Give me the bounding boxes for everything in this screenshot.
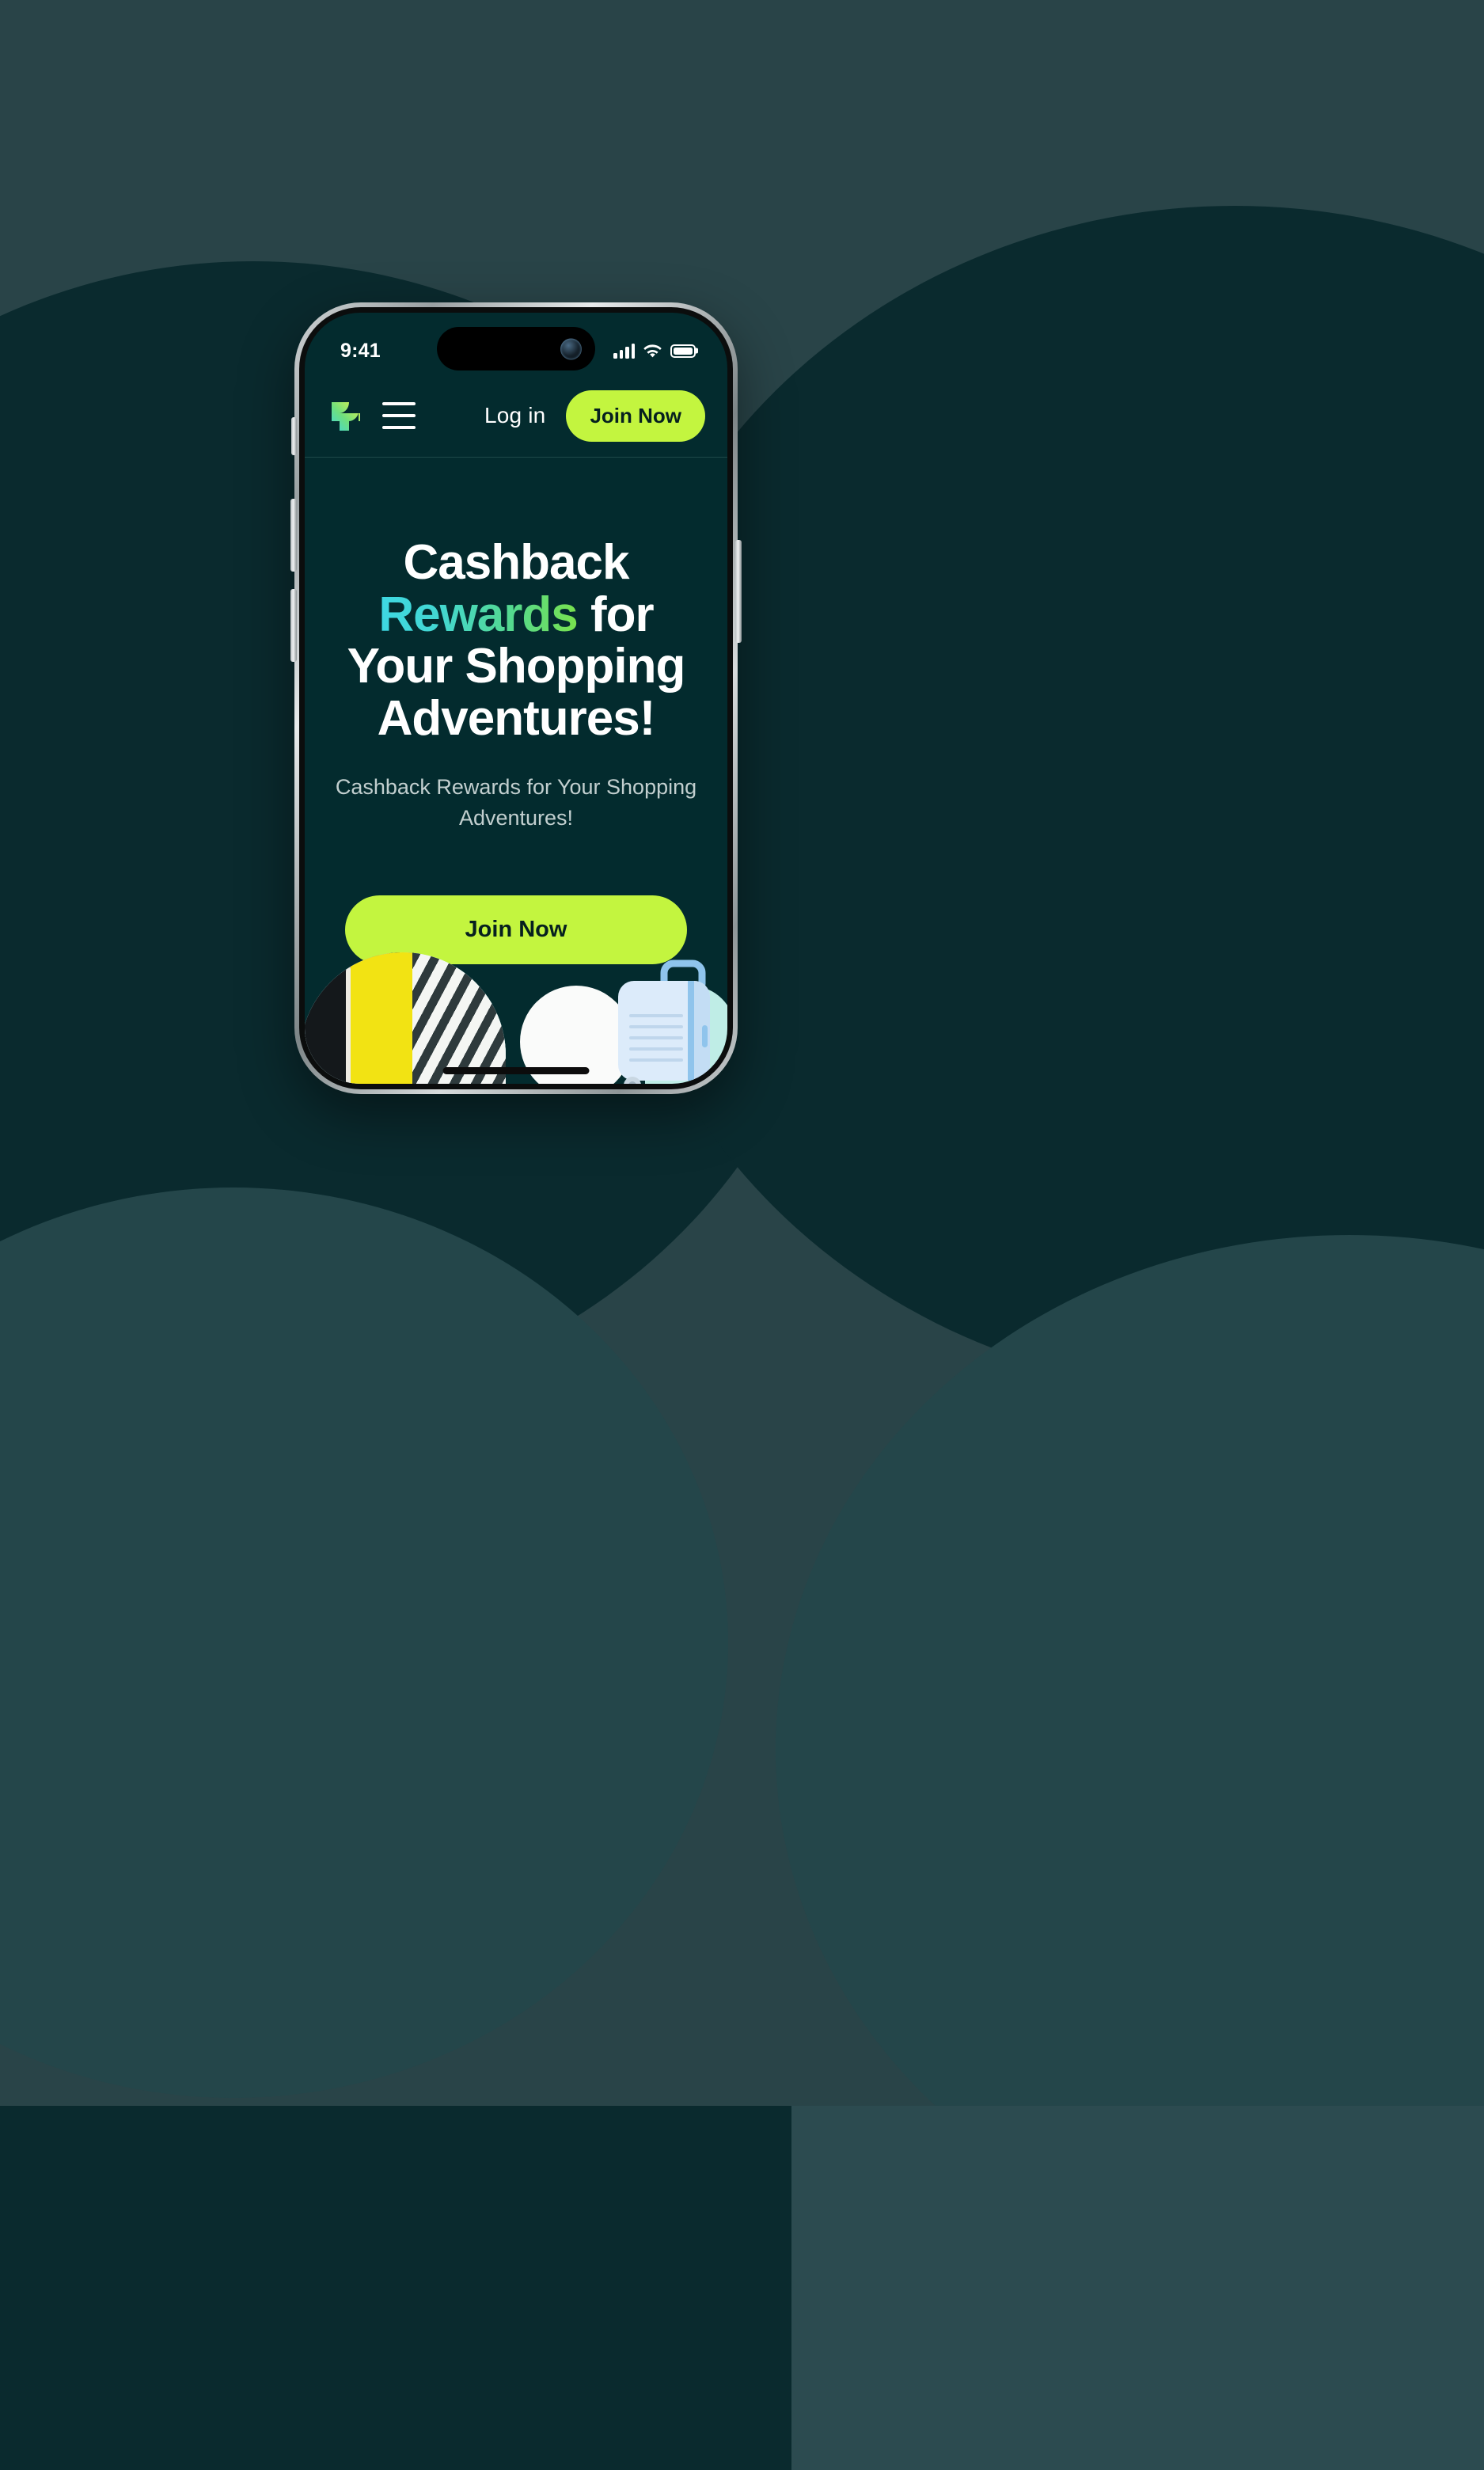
- backdrop-band-teal: [791, 2106, 1484, 2470]
- headline-line-4: Adventures!: [377, 691, 656, 747]
- hero-section: Cashback Rewards for Your Shopping Adven…: [305, 458, 727, 1084]
- hamburger-menu-icon[interactable]: [382, 402, 416, 429]
- nav-join-now-button[interactable]: Join Now: [566, 390, 705, 442]
- app-navigation-bar: Log in Join Now: [305, 374, 727, 458]
- cellular-signal-icon: [613, 343, 635, 359]
- page-backdrop: 9:41 Log in Join Now Cashback Rewards fo…: [0, 0, 1484, 2470]
- two-women-in-sunglasses-photo: [305, 952, 506, 1084]
- volume-down-button[interactable]: [290, 589, 297, 662]
- battery-full-icon: [670, 344, 696, 358]
- models-photo-card[interactable]: [305, 952, 506, 1084]
- page-title: Cashback Rewards for Your Shopping Adven…: [324, 537, 708, 745]
- status-time: 9:41: [340, 339, 381, 362]
- silent-switch-button[interactable]: [291, 417, 297, 455]
- dynamic-island: [437, 327, 595, 370]
- hero-subheadline: Cashback Rewards for Your Shopping Adven…: [335, 774, 697, 830]
- home-indicator[interactable]: [442, 1067, 590, 1074]
- suitcase-icon: [618, 960, 714, 1084]
- headline-line-1: Cashback: [403, 535, 630, 590]
- backdrop-band-dark: [0, 2106, 791, 2470]
- model-b-yellow-sleeve: [351, 952, 412, 1084]
- gallery-right-column: [520, 952, 727, 1084]
- power-button[interactable]: [735, 540, 742, 643]
- hero-gallery: [305, 952, 727, 1084]
- front-camera-icon: [560, 338, 582, 359]
- wifi-icon: [643, 344, 662, 357]
- headline-line-3: Your Shopping: [347, 639, 686, 694]
- volume-up-button[interactable]: [290, 499, 297, 572]
- phone-mockup: 9:41 Log in Join Now Cashback Rewards fo…: [290, 302, 742, 1094]
- headline-highlight-word: Rewards: [378, 587, 578, 642]
- login-link[interactable]: Log in: [484, 403, 546, 428]
- backdrop-blob-bottom-left: [0, 1188, 728, 2098]
- headline-line-2-rest: for: [577, 587, 655, 642]
- phone-screen: 9:41 Log in Join Now Cashback Rewards fo…: [305, 313, 727, 1084]
- brand-logo-icon[interactable]: [328, 397, 365, 434]
- status-icons: [613, 343, 696, 359]
